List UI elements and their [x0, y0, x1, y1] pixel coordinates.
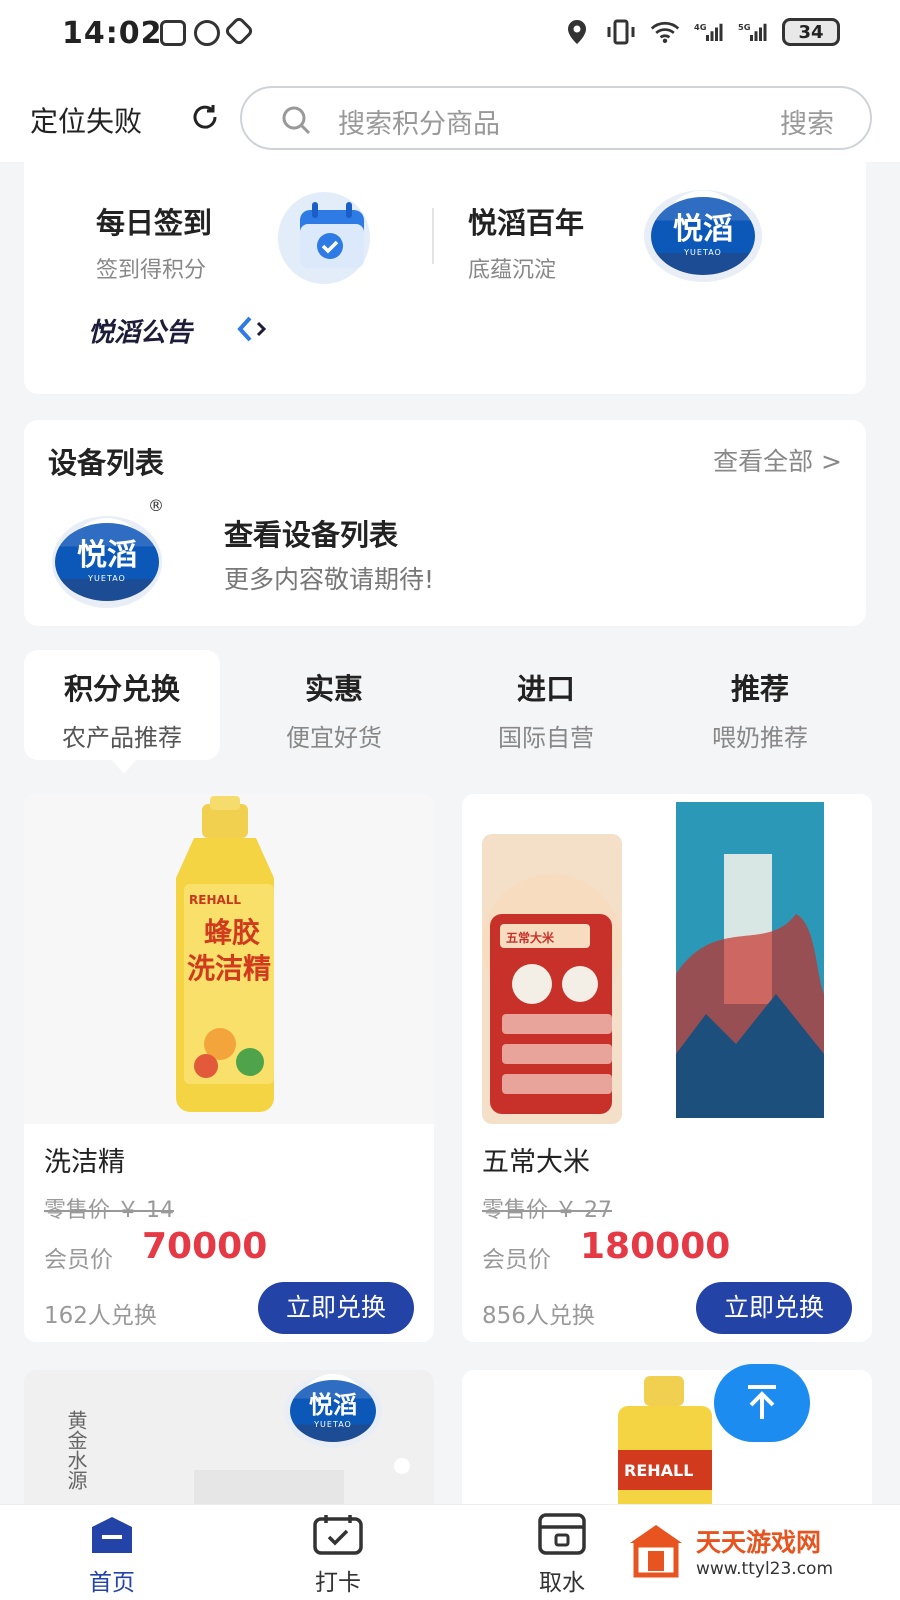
search-input[interactable]: 搜索积分商品: [338, 102, 500, 141]
watermark-url: www.ttyl23.com: [696, 1559, 834, 1579]
feature-subtitle: 签到得积分: [96, 258, 207, 283]
search-button[interactable]: 搜索: [780, 102, 834, 141]
exchange-count: 162人兑换: [44, 1303, 157, 1329]
nav-home[interactable]: 首页: [52, 1513, 172, 1597]
calendar-check-icon: [313, 1515, 363, 1555]
exchange-count: 856人兑换: [482, 1303, 595, 1329]
svg-text:五常大米: 五常大米: [506, 930, 555, 945]
feature-title: 每日签到: [96, 206, 213, 240]
nav-label: 取水: [539, 1570, 585, 1596]
rice-bag-image: 五常大米: [462, 794, 872, 1124]
tab-recommend[interactable]: 推荐 喂奶推荐: [662, 650, 858, 760]
tab-title: 实惠: [304, 672, 363, 706]
feature-card: 每日签到 签到得积分 悦滔百年 底蕴沉淀 悦滔 YUETAO 悦滔公告: [24, 160, 866, 394]
status-bar: 14:02 4G 5G 34: [0, 0, 900, 70]
location-pin-icon: [568, 20, 586, 44]
product-image: REHALL 蜂胶 洗洁精: [24, 794, 434, 1124]
vibrate-icon: [607, 19, 635, 45]
alarm-icon: [194, 20, 220, 46]
wifi-icon: [650, 21, 680, 44]
tab-title: 积分兑换: [63, 672, 180, 706]
member-price: 180000: [580, 1226, 731, 1267]
device-list-link[interactable]: 查看设备列表: [224, 512, 398, 554]
tab-subtitle: 喂奶推荐: [712, 724, 808, 752]
product-card[interactable]: REHALL 蜂胶 洗洁精 洗洁精 零售价 ￥ 14 会员价 70000 162…: [24, 794, 434, 1342]
svg-text:黄金水源: 黄金水源: [64, 1410, 88, 1490]
yuetao-logo: 悦滔 YUETAO: [284, 1374, 382, 1448]
view-all-link[interactable]: 查看全部 >: [713, 442, 842, 478]
watermark-title: 天天游戏网: [696, 1528, 822, 1557]
home-icon: [92, 1517, 132, 1553]
product-card[interactable]: 五常大米 五常大米 零售价 ￥ 27 会员价 180000 856人兑换 立即兑…: [462, 794, 872, 1342]
product-name: 洗洁精: [44, 1147, 125, 1178]
tab-import[interactable]: 进口 国际自营: [448, 650, 644, 760]
category-tabs: 积分兑换 农产品推荐 实惠 便宜好货 进口 国际自营 推荐 喂奶推荐: [24, 650, 866, 774]
retail-price: 零售价 ￥ 14: [44, 1198, 174, 1223]
feature-subtitle: 底蕴沉淀: [468, 258, 557, 283]
signal-5g-icon: 5G: [738, 22, 767, 41]
nav-label: 打卡: [315, 1570, 361, 1596]
feature-divider: [432, 208, 434, 264]
battery-icon: 34: [782, 18, 840, 46]
device-list-card: 设备列表 查看全部 > 悦滔 YUETAO ® 查看设备列表 更多内容敬请期待!: [24, 420, 866, 626]
hand-icon: [223, 15, 255, 47]
svg-text:4G: 4G: [694, 22, 707, 32]
member-price-label: 会员价: [482, 1247, 551, 1273]
exchange-button[interactable]: 立即兑换: [258, 1282, 414, 1334]
tab-subtitle: 农产品推荐: [62, 724, 182, 752]
device-list-subtitle: 更多内容敬请期待!: [224, 565, 435, 594]
tab-bargain[interactable]: 实惠 便宜好货: [236, 650, 432, 760]
yuetao-logo: 悦滔 YUETAO: [644, 190, 762, 282]
device-list-title: 设备列表: [48, 446, 165, 480]
brand-history-entry[interactable]: 悦滔百年 底蕴沉淀: [468, 200, 584, 284]
yuetao-logo: 悦滔 YUETAO: [52, 516, 162, 608]
tab-subtitle: 国际自营: [498, 724, 594, 752]
calendar-check-icon: [278, 192, 370, 284]
watermark: 天天游戏网 www.ttyl23.com: [626, 1515, 866, 1589]
tab-points-exchange[interactable]: 积分兑换 农产品推荐: [24, 650, 220, 774]
member-price-label: 会员价: [44, 1247, 113, 1273]
water-dispenser-icon: [538, 1513, 586, 1555]
device-logo: 悦滔 YUETAO: [52, 516, 162, 608]
member-price: 70000: [142, 1226, 268, 1267]
tab-title: 进口: [516, 672, 575, 706]
nav-label: 首页: [89, 1570, 135, 1596]
svg-text:REHALL: REHALL: [624, 1461, 693, 1480]
back-to-top-button[interactable]: [714, 1364, 810, 1442]
status-time: 14:02: [62, 16, 163, 51]
arrow-up-icon: [748, 1385, 776, 1419]
announcement-icon: [237, 316, 267, 342]
search-icon: [282, 106, 311, 135]
nav-water[interactable]: 取水: [502, 1513, 622, 1597]
nav-checkin[interactable]: 打卡: [278, 1513, 398, 1597]
daily-checkin-entry[interactable]: 每日签到 签到得积分: [96, 200, 212, 284]
detergent-bottle-image: REHALL 蜂胶 洗洁精: [176, 796, 274, 1112]
svg-text:5G: 5G: [738, 22, 751, 32]
svg-text:REHALL: REHALL: [189, 893, 241, 907]
tab-subtitle: 便宜好货: [286, 724, 382, 752]
product-name: 五常大米: [482, 1147, 590, 1178]
product-image: 五常大米: [462, 794, 872, 1124]
nfc-icon: [160, 20, 186, 46]
retail-price: 零售价 ￥ 27: [482, 1198, 612, 1223]
signal-4g-icon: 4G: [694, 22, 723, 41]
refresh-icon[interactable]: [190, 102, 220, 132]
registered-mark: ®: [148, 496, 164, 515]
exchange-button[interactable]: 立即兑换: [696, 1282, 852, 1334]
svg-text:洗洁精: 洗洁精: [187, 952, 271, 985]
notice-label[interactable]: 悦滔公告: [88, 312, 192, 349]
location-label[interactable]: 定位失败: [30, 100, 142, 140]
status-notification-icons: [160, 15, 255, 47]
top-header: 定位失败 搜索积分商品 搜索: [0, 70, 900, 162]
bottom-navigation: 首页 打卡 取水 天天游戏网 www.ttyl23.com: [0, 1504, 900, 1600]
search-bar[interactable]: 搜索积分商品 搜索: [240, 86, 872, 150]
tab-title: 推荐: [730, 672, 789, 706]
watermark-logo-icon: [630, 1525, 682, 1578]
svg-text:蜂胶: 蜂胶: [204, 916, 260, 949]
feature-title: 悦滔百年: [468, 206, 585, 240]
